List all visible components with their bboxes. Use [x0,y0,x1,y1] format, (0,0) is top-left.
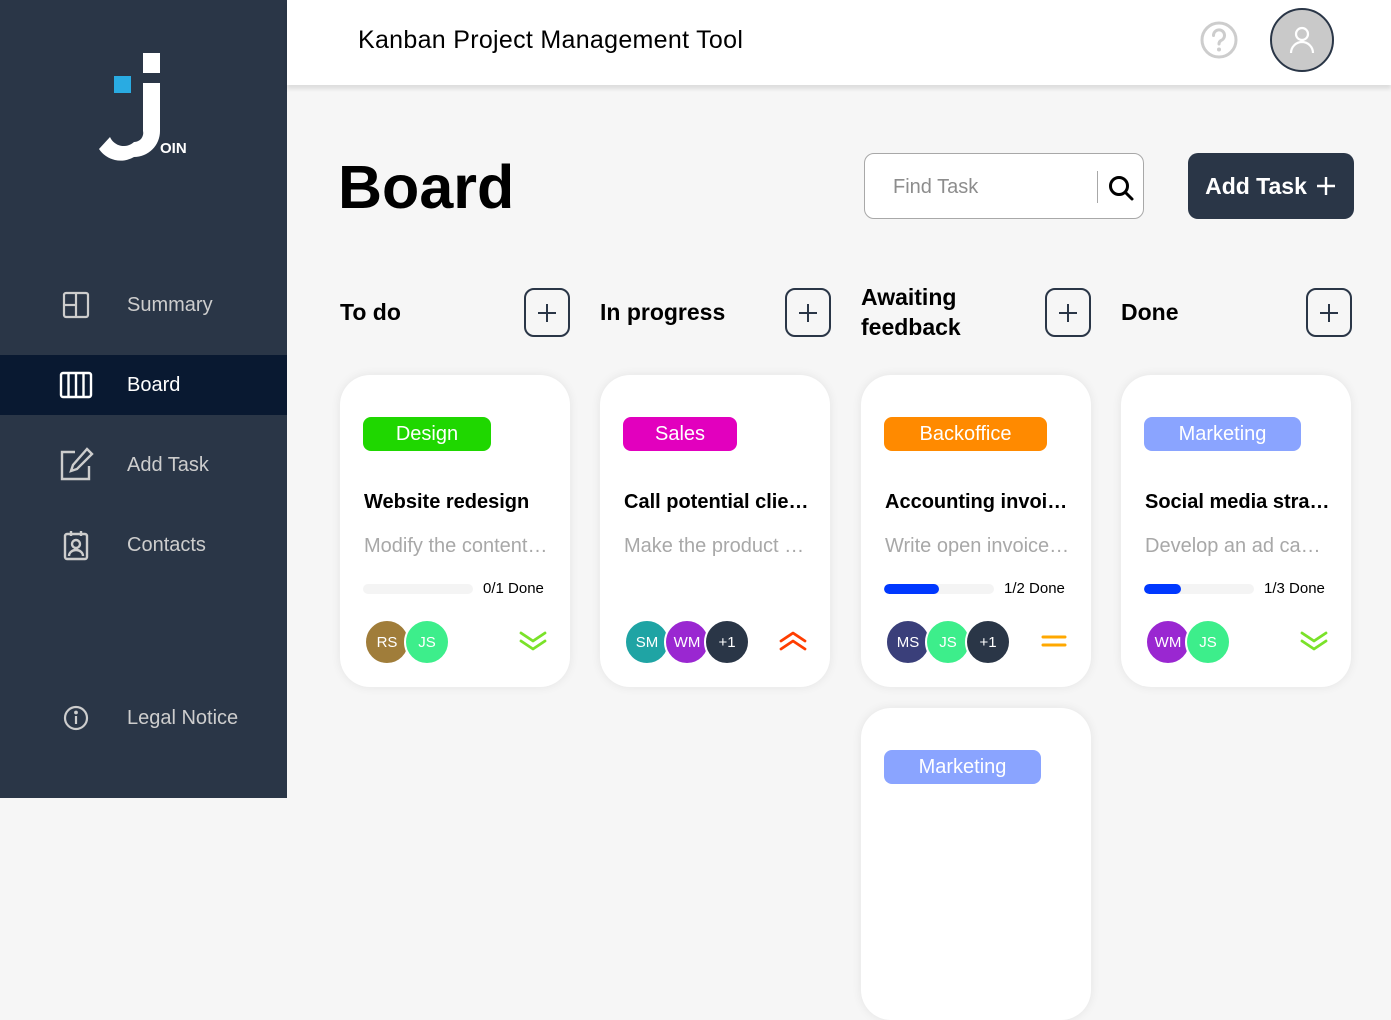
priority-urgent-icon [779,631,807,651]
board-icon [57,366,95,404]
sidebar-item-contacts[interactable]: Contacts [0,515,287,575]
column-title-done: Done [1121,299,1179,325]
column-title-todo: To do [340,299,401,325]
task-description: Make the product presentation to prospec… [624,535,814,557]
contacts-icon [57,526,95,564]
info-icon [57,699,95,737]
sidebar-item-label: Summary [127,293,213,316]
plus-icon [1320,303,1338,322]
plus-icon [1059,303,1077,322]
plus-icon [799,303,817,322]
subtask-progress-text: 1/2 Done [1004,580,1065,597]
subtask-progress-text: 0/1 Done [483,580,544,597]
subtask-progress-text: 1/3 Done [1264,580,1325,597]
task-card[interactable]: Marketing [861,708,1091,1020]
sidebar-item-label: Add Task [127,453,209,476]
sidebar-item-label: Board [127,373,181,396]
category-tag: Marketing [884,750,1041,784]
column-title-in-progress: In progress [600,299,726,325]
sidebar-item-summary[interactable]: Summary [0,275,287,335]
plus-icon [538,303,556,322]
priority-low-icon [1300,631,1328,651]
add-to-done-button[interactable] [1306,288,1352,337]
sidebar-item-label: Legal Notice [127,706,239,729]
task-title: Call potential clients [624,491,814,513]
search-box [864,153,1144,219]
sidebar-item-label: Contacts [127,533,206,556]
add-to-awaiting-feedback-button[interactable] [1045,288,1091,337]
logo-text: OIN [160,140,187,157]
page-title: Board [338,153,515,221]
user-icon [1289,26,1315,54]
assignee-overflow-count: +1 [704,619,750,665]
category-tag: Backoffice [884,417,1047,451]
subtask-progress-bar [884,584,994,594]
priority-low-icon [519,631,547,651]
task-card[interactable]: Design Website redesign Modify the conte… [340,375,570,687]
user-avatar[interactable] [1270,8,1334,72]
task-card[interactable]: Sales Call potential clients Make the pr… [600,375,830,687]
category-tag: Design [363,417,491,451]
top-header: Kanban Project Management Tool [287,0,1391,85]
add-to-in-progress-button[interactable] [785,288,831,337]
assignee-avatar: JS [1185,619,1231,665]
task-card[interactable]: Backoffice Accounting invoices Write ope… [861,375,1091,687]
search-input[interactable] [893,172,1093,202]
category-tag: Sales [623,417,737,451]
subtask-progress-bar [1144,584,1254,594]
task-title: Social media strategy [1145,491,1335,513]
task-title: Accounting invoices [885,491,1075,513]
column-title-awaiting-feedback: Awaiting feedback [861,284,961,340]
priority-medium-icon [1041,635,1067,647]
sidebar-item-legal-notice[interactable]: Legal Notice [0,688,287,748]
help-icon[interactable] [1199,20,1239,60]
task-description: Develop an ad campaign for brand positio… [1145,535,1335,557]
plus-icon [1316,177,1335,195]
summary-icon [57,286,95,324]
task-card[interactable]: Marketing Social media strategy Develop … [1121,375,1351,687]
search-icon[interactable] [1107,174,1135,202]
assignee-avatar: JS [404,619,450,665]
assignee-overflow-count: +1 [965,619,1011,665]
sidebar-item-add-task[interactable]: Add Task [0,435,287,495]
task-description: Modify the contents of the main website.… [364,535,554,557]
task-description: Write open invoices for customer [885,535,1075,557]
add-task-icon [57,446,95,484]
join-logo[interactable]: OIN [98,51,190,161]
app-title: Kanban Project Management Tool [358,26,744,54]
add-task-button-label: Add Task [1205,172,1307,199]
sidebar: OIN Summary Board Add Task Contacts Lega… [0,0,287,798]
subtask-progress-bar [363,584,473,594]
category-tag: Marketing [1144,417,1301,451]
add-task-button[interactable]: Add Task [1188,153,1354,219]
add-to-todo-button[interactable] [524,288,570,337]
sidebar-item-board[interactable]: Board [0,355,287,415]
task-title: Website redesign [364,491,530,513]
search-divider [1097,171,1098,203]
